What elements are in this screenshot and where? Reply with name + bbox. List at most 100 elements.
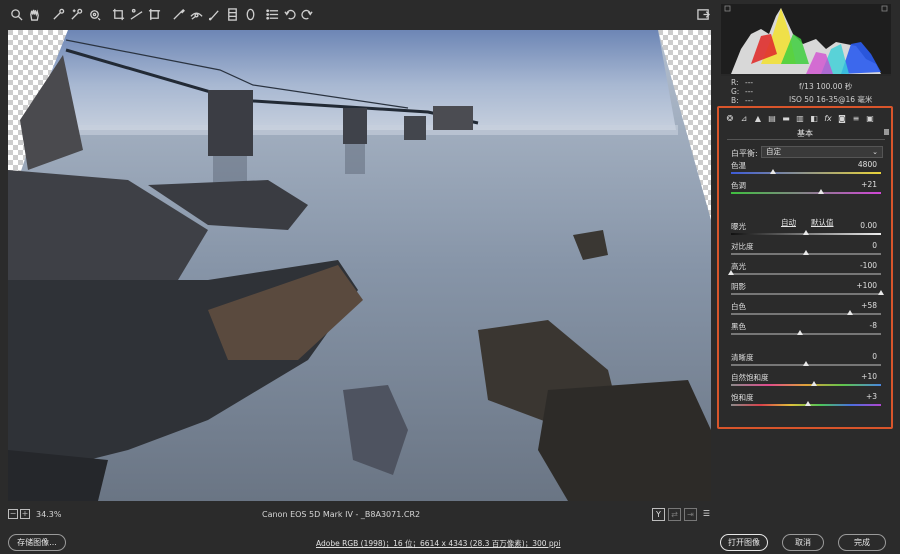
zoom-out-button[interactable]: − [8,509,18,519]
histogram [721,4,891,76]
brush-icon[interactable] [170,6,186,22]
lens-correction-icon[interactable]: ▥ [795,114,805,124]
crop-icon[interactable] [110,6,126,22]
slider-label-blacks: 黑色 [731,322,746,331]
slider-value-temp[interactable]: 4800 [858,160,877,169]
r-label: R: [731,78,739,87]
slider-value-clarity[interactable]: 0 [872,352,877,361]
detail-icon[interactable]: ▲ [753,114,763,124]
slider-track-highlights[interactable] [731,273,881,275]
zoom-in-button[interactable]: + [20,509,30,519]
slider-value-shadows[interactable]: +100 [856,281,877,290]
chevron-down-icon: ⌄ [872,148,878,156]
graduated-icon[interactable] [224,6,240,22]
rotate-left-icon[interactable] [282,6,298,22]
lens-info: ISO 50 16-35@16 毫米 [789,95,873,104]
eye-icon[interactable] [188,6,204,22]
slider-value-highlights[interactable]: -100 [860,261,877,270]
transform-icon[interactable] [146,6,162,22]
slider-label-whites: 白色 [731,302,746,311]
adjust-brush-icon[interactable] [206,6,222,22]
before-after-y-button[interactable]: Y [652,508,665,521]
image-canvas[interactable] [8,30,711,501]
swap-before-after-button[interactable]: ⇄ [668,508,681,521]
slider-value-tint[interactable]: +21 [861,180,877,189]
split-toning-icon[interactable]: ▬ [781,114,791,124]
rotate-right-icon[interactable] [298,6,314,22]
transform-panel-icon[interactable]: ◧ [809,114,819,124]
eyedropper-plus-icon[interactable] [68,6,84,22]
aperture-icon[interactable]: ❂ [725,114,735,124]
done-button[interactable]: 完成 [838,534,886,551]
slider-thumb-shadows[interactable] [878,290,884,295]
white-balance-select[interactable]: 自定 ⌄ [761,146,883,158]
save-image-button[interactable]: 存储图像... [8,534,66,551]
fx-icon[interactable]: fx [823,114,833,124]
workflow-options-link[interactable]: Adobe RGB (1998)；16 位；6614 x 4343 (28.3 … [316,538,561,549]
slider-value-vibrance[interactable]: +10 [861,372,877,381]
slider-thumb-contrast[interactable] [803,250,809,255]
cancel-button[interactable]: 取消 [782,534,824,551]
slider-thumb-blacks[interactable] [797,330,803,335]
slider-track-tint[interactable] [731,192,881,194]
ellipse-icon[interactable] [242,6,258,22]
slider-value-exposure[interactable]: 0.00 [860,221,877,230]
slider-label-shadows: 阴影 [731,282,746,291]
eyedropper-icon[interactable] [50,6,66,22]
slider-thumb-clarity[interactable] [803,361,809,366]
shadow-clip-icon[interactable] [724,5,731,12]
slider-label-clarity: 清晰度 [731,353,754,362]
slider-label-tint: 色调 [731,181,746,190]
slider-thumb-temp[interactable] [770,169,776,174]
slider-thumb-saturation[interactable] [805,401,812,406]
slider-thumb-whites[interactable] [846,310,853,315]
slider-thumb-exposure[interactable] [803,230,809,235]
tone-curve-icon[interactable]: ⊿ [739,114,749,124]
presets-icon[interactable]: ≡ [851,114,861,124]
slider-value-saturation[interactable]: +3 [866,392,877,401]
panel-menu-icon[interactable] [884,129,889,135]
slider-thumb-tint[interactable] [818,189,824,194]
hsl-icon[interactable]: ▤ [767,114,777,124]
divider [727,139,885,140]
copy-settings-button[interactable]: ⇥ [684,508,697,521]
white-balance-value: 自定 [766,147,781,156]
slider-track-shadows[interactable] [731,293,881,295]
camera-icon[interactable]: ◙ [837,114,847,124]
slider-thumb-vibrance[interactable] [810,381,817,386]
zoom-level[interactable]: 34.3% [36,510,61,519]
canvas-status-bar: − + 34.3% Canon EOS 5D Mark IV - _B8A307… [0,505,718,525]
slider-label-temp: 色温 [731,161,746,170]
slider-thumb-highlights[interactable] [728,270,734,275]
hand-icon[interactable] [26,6,42,22]
straighten-icon[interactable] [128,6,144,22]
slider-track-blacks[interactable] [731,333,881,335]
bottom-bar: 存储图像... Adobe RGB (1998)；16 位；6614 x 434… [0,530,900,554]
slider-label-contrast: 对比度 [731,242,754,251]
slider-track-whites[interactable] [731,313,881,315]
target-icon[interactable] [86,6,102,22]
panel-title: 基本 [797,129,813,138]
magnifier-icon[interactable] [8,6,24,22]
snapshots-icon[interactable]: ▣ [865,114,875,124]
list-icon[interactable] [264,6,280,22]
sliders-icon[interactable]: ☰ [700,508,713,521]
image-metadata: R: --- G: --- B: --- f/13 100.00 秒 ISO 5… [721,76,891,106]
slider-track-temp[interactable] [731,172,881,174]
panel-tabs: ❂ ⊿ ▲ ▤ ▬ ▥ ◧ fx ◙ ≡ ▣ [723,112,889,126]
default-button[interactable]: 默认值 [811,217,834,228]
photo-preview [8,30,711,501]
slider-value-contrast[interactable]: 0 [872,241,877,250]
b-value: --- [745,96,754,105]
auto-button[interactable]: 自动 [781,217,796,228]
slider-value-whites[interactable]: +58 [861,301,877,310]
camera-info: Canon EOS 5D Mark IV - _B8A3071.CR2 [262,510,421,519]
exposure-info: f/13 100.00 秒 [799,82,853,91]
slider-label-vibrance: 自然饱和度 [731,373,769,382]
open-image-button[interactable]: 打开图像 [720,534,768,551]
highlight-clip-icon[interactable] [881,5,888,12]
slider-track-vibrance[interactable] [731,384,881,386]
slider-value-blacks[interactable]: -8 [870,321,877,330]
white-balance-label: 白平衡: [731,149,758,158]
fullscreen-icon[interactable] [695,6,711,22]
